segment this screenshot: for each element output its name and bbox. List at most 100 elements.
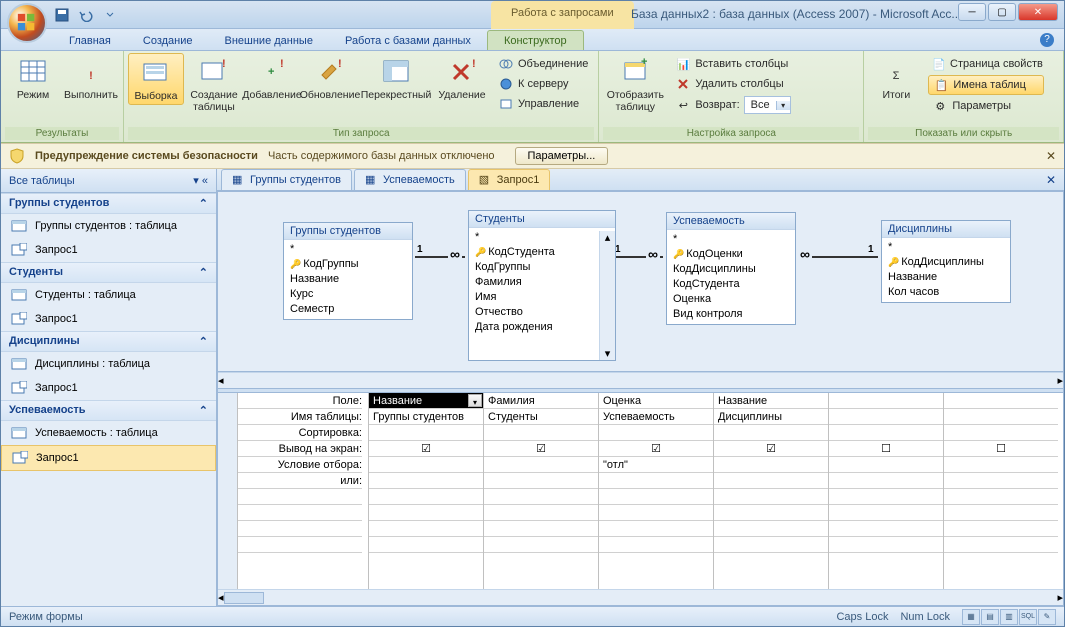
return-combo[interactable]: Все▾ (744, 96, 791, 114)
sql-view-button[interactable]: SQL (1019, 609, 1037, 625)
ddl-button[interactable]: Управление (494, 95, 592, 113)
dropdown-icon[interactable]: ▾ (468, 394, 482, 407)
or-cell[interactable] (484, 473, 598, 489)
select-query-button[interactable]: Выборка (128, 53, 184, 105)
field-item[interactable]: Вид контроля (673, 307, 789, 322)
office-button[interactable] (7, 3, 47, 43)
sort-cell[interactable] (829, 425, 943, 441)
table-cell[interactable]: Успеваемость (599, 409, 713, 425)
diagram-hscroll[interactable]: ◂ ▸ (218, 372, 1063, 388)
table-box[interactable]: Успеваемость*КодОценкиКодДисциплиныКодСт… (666, 212, 796, 325)
field-item[interactable]: Семестр (290, 302, 406, 317)
field-cell[interactable]: Название (714, 393, 828, 409)
append-button[interactable]: +! Добавление (244, 53, 300, 103)
totals-button[interactable]: Σ Итоги (868, 53, 924, 103)
field-item[interactable]: Название (290, 272, 406, 287)
criteria-cell[interactable] (369, 457, 483, 473)
nav-item[interactable]: Запрос1 (1, 376, 216, 400)
tab-design[interactable]: Конструктор (487, 30, 584, 50)
criteria-cell[interactable] (484, 457, 598, 473)
table-box[interactable]: Студенты*КодСтудентаКодГруппыФамилияИмяО… (468, 210, 616, 361)
nav-item[interactable]: Дисциплины : таблица (1, 352, 216, 376)
union-button[interactable]: Объединение (494, 55, 592, 73)
run-button[interactable]: ! Выполнить (63, 53, 119, 103)
nav-item[interactable]: Запрос1 (1, 238, 216, 262)
nav-group-header[interactable]: Успеваемость⌃ (1, 400, 216, 421)
chart-view-button[interactable]: ▥ (1000, 609, 1018, 625)
nav-header[interactable]: Все таблицы ▾ « (1, 169, 216, 193)
or-cell[interactable] (714, 473, 828, 489)
design-view-button[interactable]: ✎ (1038, 609, 1056, 625)
doc-tab[interactable]: ▦Успеваемость (354, 169, 466, 190)
maximize-button[interactable]: ▢ (988, 3, 1016, 21)
field-cell[interactable]: Название▾ (369, 393, 483, 409)
field-item[interactable]: КодСтудента (475, 245, 609, 260)
table-cell[interactable]: Дисциплины (714, 409, 828, 425)
sort-cell[interactable] (599, 425, 713, 441)
doc-close-button[interactable]: ✕ (1046, 173, 1056, 187)
qat-customize[interactable] (101, 6, 119, 24)
criteria-cell[interactable] (944, 457, 1058, 473)
criteria-cell[interactable] (829, 457, 943, 473)
field-cell[interactable] (829, 393, 943, 409)
nav-item[interactable]: Успеваемость : таблица (1, 421, 216, 445)
update-button[interactable]: ! Обновление (302, 53, 358, 103)
or-cell[interactable] (599, 473, 713, 489)
insertcols-button[interactable]: 📊Вставить столбцы (671, 55, 857, 73)
field-item[interactable]: Имя (475, 290, 609, 305)
grid-column[interactable]: ☐ (828, 393, 943, 589)
nav-item[interactable]: Группы студентов : таблица (1, 214, 216, 238)
save-button[interactable] (53, 6, 71, 24)
field-item[interactable]: Курс (290, 287, 406, 302)
nav-item[interactable]: Студенты : таблица (1, 283, 216, 307)
or-cell[interactable] (944, 473, 1058, 489)
show-checkbox[interactable]: ☑ (714, 441, 828, 457)
tab-external[interactable]: Внешние данные (209, 31, 329, 50)
grid-column[interactable]: ☐ (943, 393, 1058, 589)
grid-column[interactable]: ОценкаУспеваемость☑"отл" (598, 393, 713, 589)
view-button[interactable]: Режим (5, 53, 61, 103)
nav-group-header[interactable]: Студенты⌃ (1, 262, 216, 283)
datasheet-view-button[interactable]: ▦ (962, 609, 980, 625)
sort-cell[interactable] (944, 425, 1058, 441)
deletecols-button[interactable]: Удалить столбцы (671, 75, 857, 93)
passthrough-button[interactable]: К серверу (494, 75, 592, 93)
scrollbar[interactable]: ▴▾ (599, 231, 615, 360)
table-cell[interactable] (944, 409, 1058, 425)
undo-button[interactable] (77, 6, 95, 24)
table-cell[interactable] (829, 409, 943, 425)
show-checkbox[interactable]: ☐ (829, 441, 943, 457)
nav-group-header[interactable]: Группы студентов⌃ (1, 193, 216, 214)
pivot-view-button[interactable]: ▤ (981, 609, 999, 625)
grid-hscroll[interactable]: ◂ ▸ (218, 589, 1063, 605)
close-button[interactable]: ✕ (1018, 3, 1058, 21)
crosstab-button[interactable]: Перекрестный (360, 53, 432, 103)
params-button[interactable]: ⚙Параметры (928, 97, 1044, 115)
criteria-cell[interactable]: "отл" (599, 457, 713, 473)
field-item[interactable]: Фамилия (475, 275, 609, 290)
field-item[interactable]: КодГруппы (290, 257, 406, 272)
field-item[interactable]: Отчество (475, 305, 609, 320)
field-item[interactable]: КодГруппы (475, 260, 609, 275)
field-item[interactable]: КодДисциплины (888, 255, 1004, 270)
tab-create[interactable]: Создание (127, 31, 209, 50)
field-item[interactable]: Оценка (673, 292, 789, 307)
field-item[interactable]: КодОценки (673, 247, 789, 262)
nav-item[interactable]: Запрос1 (1, 307, 216, 331)
criteria-cell[interactable] (714, 457, 828, 473)
sort-cell[interactable] (714, 425, 828, 441)
nav-item[interactable]: Запрос1 (1, 445, 216, 471)
security-options-button[interactable]: Параметры... (515, 147, 609, 165)
field-item[interactable]: Кол часов (888, 285, 1004, 300)
propsheet-button[interactable]: 📄Страница свойств (928, 55, 1044, 73)
maketable-button[interactable]: ! Создание таблицы (186, 53, 242, 115)
security-close-button[interactable]: ✕ (1046, 149, 1056, 163)
tablenames-button[interactable]: 📋Имена таблиц (928, 75, 1044, 95)
show-checkbox[interactable]: ☑ (484, 441, 598, 457)
grid-column[interactable]: НазваниеДисциплины ☑ (713, 393, 828, 589)
show-checkbox[interactable]: ☑ (369, 441, 483, 457)
sort-cell[interactable] (484, 425, 598, 441)
minimize-button[interactable]: ─ (958, 3, 986, 21)
grid-column[interactable]: Название▾Группы студентов☑ (368, 393, 483, 589)
delete-button[interactable]: ! Удаление (434, 53, 490, 103)
